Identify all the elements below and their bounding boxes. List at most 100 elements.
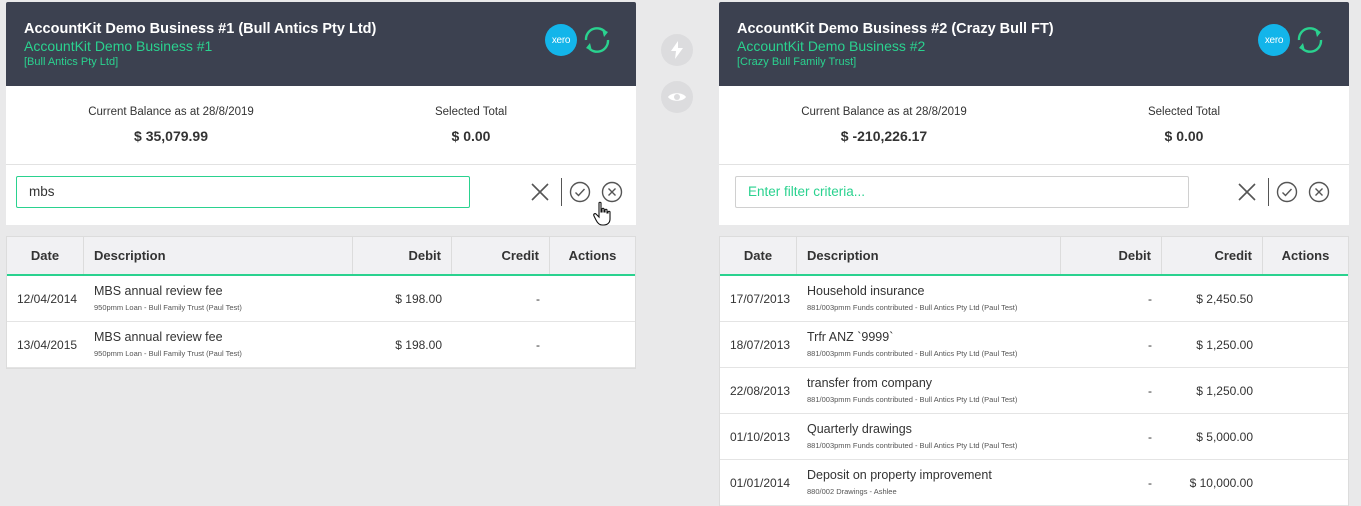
col-credit[interactable]: Credit xyxy=(452,237,550,274)
row-date: 01/01/2014 xyxy=(730,475,791,490)
right-balances: Current Balance as at 28/8/2019 $ -210,2… xyxy=(719,86,1349,165)
col-credit[interactable]: Credit xyxy=(1162,237,1263,274)
sync-icon[interactable] xyxy=(580,24,614,56)
selected-total-value: $ 0.00 xyxy=(451,128,491,144)
row-date: 01/10/2013 xyxy=(730,429,791,444)
right-selected-total: Selected Total $ 0.00 xyxy=(1124,106,1244,144)
right-account-header: AccountKit Demo Business #2 (Crazy Bull … xyxy=(719,2,1349,86)
col-debit[interactable]: Debit xyxy=(353,237,452,274)
clear-icon[interactable] xyxy=(529,181,551,203)
col-actions: Actions xyxy=(1281,248,1330,263)
left-balances: Current Balance as at 28/8/2019 $ 35,079… xyxy=(6,86,636,165)
right-account-panel: AccountKit Demo Business #2 (Crazy Bull … xyxy=(719,2,1349,225)
row-credit: - xyxy=(536,337,540,352)
row-date: 12/04/2014 xyxy=(17,291,78,306)
cancel-circle-icon[interactable] xyxy=(601,181,623,203)
table-header: Date Description Debit Credit Actions xyxy=(7,237,635,276)
right-account-subtitle: AccountKit Demo Business #2 xyxy=(737,38,926,54)
right-account-title: AccountKit Demo Business #2 (Crazy Bull … xyxy=(737,21,1054,37)
left-current-balance: Current Balance as at 28/8/2019 $ 35,079… xyxy=(76,106,266,144)
sync-icon[interactable] xyxy=(1293,24,1327,56)
right-current-balance: Current Balance as at 28/8/2019 $ -210,2… xyxy=(789,106,979,144)
col-description[interactable]: Description xyxy=(84,237,353,274)
row-desc-sub: 880/002 Drawings - Ashlee xyxy=(807,487,897,496)
current-balance-value: $ -210,226.17 xyxy=(840,128,928,144)
row-credit: $ 2,450.50 xyxy=(1196,291,1253,306)
row-debit: - xyxy=(1148,475,1152,490)
row-desc-main: Quarterly drawings xyxy=(807,422,912,436)
clear-icon[interactable] xyxy=(1236,181,1258,203)
col-description[interactable]: Description xyxy=(797,237,1061,274)
row-desc-main: Household insurance xyxy=(807,284,925,298)
check-circle-icon[interactable] xyxy=(569,181,591,203)
row-description: Deposit on property improvement 880/002 … xyxy=(797,468,1061,497)
row-desc-main: MBS annual review fee xyxy=(94,284,223,298)
row-date: 13/04/2015 xyxy=(17,337,78,352)
row-debit: - xyxy=(1148,383,1152,398)
table-header: Date Description Debit Credit Actions xyxy=(720,237,1348,276)
row-date: 22/08/2013 xyxy=(730,383,791,398)
row-debit: $ 198.00 xyxy=(395,337,442,352)
match-button[interactable] xyxy=(661,34,693,66)
row-debit: - xyxy=(1148,429,1152,444)
row-desc-main: Deposit on property improvement xyxy=(807,468,992,482)
row-debit: $ 198.00 xyxy=(395,291,442,306)
current-balance-label: Current Balance as at 28/8/2019 xyxy=(88,106,254,118)
table-row[interactable]: 18/07/2013 Trfr ANZ `9999` 881/003pmm Fu… xyxy=(720,322,1348,368)
row-credit: $ 5,000.00 xyxy=(1196,429,1253,444)
row-credit: $ 1,250.00 xyxy=(1196,383,1253,398)
xero-icon[interactable]: xero xyxy=(545,24,577,56)
row-desc-sub: 881/003pmm Funds contributed - Bull Anti… xyxy=(807,303,1018,312)
table-row[interactable]: 01/10/2013 Quarterly drawings 881/003pmm… xyxy=(720,414,1348,460)
row-desc-sub: 881/003pmm Funds contributed - Bull Anti… xyxy=(807,441,1018,450)
row-credit: $ 10,000.00 xyxy=(1189,475,1253,490)
col-debit[interactable]: Debit xyxy=(1061,237,1162,274)
row-credit: - xyxy=(536,291,540,306)
table-row[interactable]: 13/04/2015 MBS annual review fee 950pmm … xyxy=(7,322,635,368)
table-row[interactable]: 22/08/2013 transfer from company 881/003… xyxy=(720,368,1348,414)
row-description: Household insurance 881/003pmm Funds con… xyxy=(797,284,1061,313)
check-circle-icon[interactable] xyxy=(1276,181,1298,203)
current-balance-label: Current Balance as at 28/8/2019 xyxy=(801,106,967,118)
filter-divider xyxy=(1268,178,1269,206)
lightning-icon xyxy=(671,41,683,59)
table-row[interactable]: 17/07/2013 Household insurance 881/003pm… xyxy=(720,276,1348,322)
current-balance-value: $ 35,079.99 xyxy=(134,128,208,144)
right-account-entity: [Crazy Bull Family Trust] xyxy=(737,56,857,68)
row-desc-sub: 950pmm Loan - Bull Family Trust (Paul Te… xyxy=(94,303,242,312)
view-button[interactable] xyxy=(661,81,693,113)
row-desc-main: Trfr ANZ `9999` xyxy=(807,330,894,344)
selected-total-label: Selected Total xyxy=(434,106,508,118)
xero-icon[interactable]: xero xyxy=(1258,24,1290,56)
row-credit: $ 1,250.00 xyxy=(1196,337,1253,352)
row-desc-main: transfer from company xyxy=(807,376,933,390)
col-actions: Actions xyxy=(568,248,617,263)
left-filter-input[interactable]: mbs xyxy=(16,176,470,208)
left-account-panel: AccountKit Demo Business #1 (Bull Antics… xyxy=(6,2,636,225)
left-transactions-table: Date Description Debit Credit Actions 12… xyxy=(6,236,636,369)
row-debit: - xyxy=(1148,291,1152,306)
left-account-header: AccountKit Demo Business #1 (Bull Antics… xyxy=(6,2,636,86)
hand-cursor-icon xyxy=(593,201,611,226)
right-filter-bar: Enter filter criteria... xyxy=(719,165,1349,225)
col-date[interactable]: Date xyxy=(720,237,797,274)
table-row[interactable]: 01/01/2014 Deposit on property improveme… xyxy=(720,460,1348,506)
right-transactions-table: Date Description Debit Credit Actions 17… xyxy=(719,236,1349,506)
row-debit: - xyxy=(1148,337,1152,352)
col-date[interactable]: Date xyxy=(7,237,84,274)
row-description: Quarterly drawings 881/003pmm Funds cont… xyxy=(797,422,1061,451)
row-description: MBS annual review fee 950pmm Loan - Bull… xyxy=(84,284,353,313)
selected-total-value: $ 0.00 xyxy=(1164,128,1204,144)
eye-icon xyxy=(668,93,686,101)
right-filter-input[interactable]: Enter filter criteria... xyxy=(735,176,1189,208)
left-account-entity: [Bull Antics Pty Ltd] xyxy=(24,56,119,68)
cancel-circle-icon[interactable] xyxy=(1308,181,1330,203)
row-date: 17/07/2013 xyxy=(730,291,791,306)
left-selected-total: Selected Total $ 0.00 xyxy=(411,106,531,144)
row-desc-sub: 881/003pmm Funds contributed - Bull Anti… xyxy=(807,395,1018,404)
row-desc-main: MBS annual review fee xyxy=(94,330,223,344)
left-filter-bar: mbs xyxy=(6,165,636,225)
table-row[interactable]: 12/04/2014 MBS annual review fee 950pmm … xyxy=(7,276,635,322)
selected-total-label: Selected Total xyxy=(1147,106,1221,118)
row-description: transfer from company 881/003pmm Funds c… xyxy=(797,376,1061,405)
